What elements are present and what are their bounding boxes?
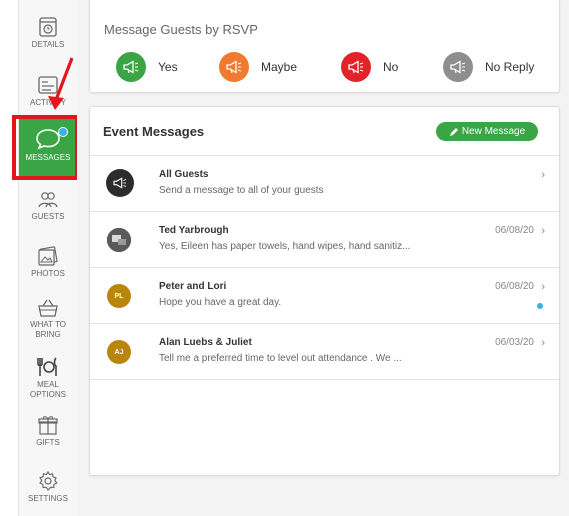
sidebar-item-settings[interactable]: SETTINGS [19,470,77,510]
megaphone-icon [443,52,473,82]
thread-date: 06/08/20 [495,225,534,236]
activity-icon [38,76,58,94]
photos-icon [38,246,58,266]
sidebar-item-activity[interactable]: ACTIVITY [19,74,77,114]
basket-icon [38,299,58,317]
thread-name: Ted Yarbrough [159,225,229,236]
event-messages-header: Event Messages New Message [90,107,559,156]
pencil-icon [449,127,458,136]
sidebar-nav: DETAILS ACTIVITY MESSAGES GUESTS PHOTOS … [18,0,78,516]
notification-dot [58,127,68,137]
new-message-label: New Message [461,126,526,137]
sidebar-item-label: PHOTOS [31,269,65,278]
sidebar-item-photos[interactable]: PHOTOS [19,245,77,285]
thread-name: Alan Luebs & Juliet [159,337,252,348]
message-thread-ted-yarbrough[interactable]: Ted Yarbrough Yes, Eileen has paper towe… [90,212,559,268]
sidebar-item-label: MEAL OPTIONS [29,380,66,399]
new-message-button[interactable]: New Message [436,122,538,141]
rsvp-no-label: No [383,60,399,74]
sidebar-item-label: GUESTS [31,212,65,221]
thread-preview: Hope you have a great day. [159,297,282,308]
thread-preview: Send a message to all of your guests [159,185,324,196]
sidebar-item-messages[interactable]: MESSAGES [19,119,77,176]
megaphone-icon [219,52,249,82]
sidebar-item-meal-options[interactable]: MEAL OPTIONS [19,356,77,402]
sidebar-item-label: DETAILS [31,40,65,49]
clock-icon [39,17,57,37]
sidebar-item-label: GIFTS [36,438,60,447]
rsvp-yes-button[interactable]: Yes [116,52,178,82]
thread-name: Peter and Lori [159,281,227,292]
chevron-right-icon: › [541,281,545,293]
message-thread-all-guests[interactable]: All Guests Send a message to all of your… [90,156,559,212]
chevron-right-icon: › [541,337,545,349]
rsvp-no-reply-button[interactable]: No Reply [443,52,534,82]
megaphone-icon [116,52,146,82]
rsvp-maybe-button[interactable]: Maybe [219,52,297,82]
rsvp-no-button[interactable]: No [341,52,398,82]
message-thread-peter-and-lori[interactable]: PL Peter and Lori Hope you have a great … [90,268,559,324]
thread-preview: Tell me a preferred time to level out at… [159,353,402,364]
event-messages-card: Event Messages New Message All Guests Se… [89,106,560,476]
gift-icon [38,416,58,435]
thread-preview: Yes, Eileen has paper towels, hand wipes… [159,241,411,252]
rsvp-card-title: Message Guests by RSVP [104,22,258,37]
megaphone-icon [341,52,371,82]
sidebar-item-what-to-bring[interactable]: WHAT TO BRING [19,298,77,344]
rsvp-maybe-label: Maybe [261,60,298,74]
gear-icon [39,470,58,491]
sidebar-item-label: MESSAGES [25,153,71,162]
event-messages-title: Event Messages [103,124,205,139]
rsvp-message-card: Message Guests by RSVP Yes Maybe No No R… [89,0,560,93]
utensils-icon [37,357,57,376]
message-thread-alan-luebs-juliet[interactable]: AJ Alan Luebs & Juliet Tell me a preferr… [90,324,559,380]
sidebar-item-label: ACTIVITY [29,98,66,107]
sidebar-item-guests[interactable]: GUESTS [19,190,77,230]
thread-date: 06/08/20 [495,281,534,292]
avatar: AJ [107,340,131,364]
sidebar-item-details[interactable]: DETAILS [19,16,77,60]
megaphone-icon [106,169,134,197]
sidebar-item-label: WHAT TO BRING [30,320,66,339]
rsvp-yes-label: Yes [158,60,178,74]
thread-name: All Guests [159,169,209,180]
sidebar-item-label: SETTINGS [27,494,68,503]
avatar [107,228,131,252]
thread-date: 06/03/20 [495,337,534,348]
unread-indicator [537,303,543,309]
guests-icon [38,192,58,208]
rsvp-no-reply-label: No Reply [485,60,535,74]
avatar: PL [107,284,131,308]
chevron-right-icon: › [541,169,545,181]
chevron-right-icon: › [541,225,545,237]
sidebar-item-gifts[interactable]: GIFTS [19,414,77,454]
